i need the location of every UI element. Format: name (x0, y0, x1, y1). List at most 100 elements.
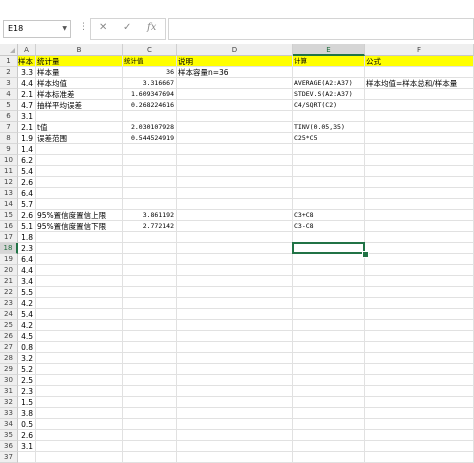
cell-c26[interactable] (123, 331, 177, 342)
row-header-33[interactable]: 33 (0, 408, 18, 419)
cell-d23[interactable] (177, 298, 293, 309)
cell-c20[interactable] (123, 265, 177, 276)
cell-b25[interactable] (36, 320, 123, 331)
column-header-b[interactable]: B (36, 44, 123, 56)
cell-e6[interactable] (293, 111, 365, 122)
row-header-11[interactable]: 11 (0, 166, 18, 177)
cell-e5[interactable]: C4/SQRT(C2) (293, 100, 365, 111)
cell-e30[interactable] (293, 375, 365, 386)
cell-a27[interactable]: 0.8 (18, 342, 36, 353)
cell-f6[interactable] (365, 111, 474, 122)
cell-a18[interactable]: 2.3 (18, 243, 36, 254)
cell-e12[interactable] (293, 177, 365, 188)
cell-f20[interactable] (365, 265, 474, 276)
cell-d34[interactable] (177, 419, 293, 430)
chevron-down-icon[interactable]: ▼ (62, 25, 67, 32)
cell-a21[interactable]: 3.4 (18, 276, 36, 287)
cell-b4[interactable]: 样本标准差 (36, 89, 123, 100)
cell-a33[interactable]: 3.8 (18, 408, 36, 419)
cell-f19[interactable] (365, 254, 474, 265)
cell-d21[interactable] (177, 276, 293, 287)
cell-c34[interactable] (123, 419, 177, 430)
cell-a30[interactable]: 2.5 (18, 375, 36, 386)
cell-d15[interactable] (177, 210, 293, 221)
cell-f26[interactable] (365, 331, 474, 342)
cell-c30[interactable] (123, 375, 177, 386)
cell-b22[interactable] (36, 287, 123, 298)
cell-b6[interactable] (36, 111, 123, 122)
cell-d30[interactable] (177, 375, 293, 386)
cell-b34[interactable] (36, 419, 123, 430)
cell-b24[interactable] (36, 309, 123, 320)
cell-f2[interactable] (365, 67, 474, 78)
cell-f24[interactable] (365, 309, 474, 320)
row-header-24[interactable]: 24 (0, 309, 18, 320)
cell-e7[interactable]: TINV(0.05,35) (293, 122, 365, 133)
cell-a13[interactable]: 6.4 (18, 188, 36, 199)
cell-c33[interactable] (123, 408, 177, 419)
cell-d37[interactable] (177, 452, 293, 463)
cell-c35[interactable] (123, 430, 177, 441)
cell-d36[interactable] (177, 441, 293, 452)
cell-a8[interactable]: 1.9 (18, 133, 36, 144)
cell-c8[interactable]: 0.544524919 (123, 133, 177, 144)
cell-c2[interactable]: 36 (123, 67, 177, 78)
cell-a2[interactable]: 3.3 (18, 67, 36, 78)
cell-b2[interactable]: 样本量 (36, 67, 123, 78)
cell-b11[interactable] (36, 166, 123, 177)
cell-d10[interactable] (177, 155, 293, 166)
cell-a16[interactable]: 5.1 (18, 221, 36, 232)
cell-e23[interactable] (293, 298, 365, 309)
row-header-27[interactable]: 27 (0, 342, 18, 353)
cell-b19[interactable] (36, 254, 123, 265)
row-header-34[interactable]: 34 (0, 419, 18, 430)
cell-a36[interactable]: 3.1 (18, 441, 36, 452)
cell-a6[interactable]: 3.1 (18, 111, 36, 122)
row-header-5[interactable]: 5 (0, 100, 18, 111)
row-header-8[interactable]: 8 (0, 133, 18, 144)
cell-a28[interactable]: 3.2 (18, 353, 36, 364)
row-header-32[interactable]: 32 (0, 397, 18, 408)
cell-b29[interactable] (36, 364, 123, 375)
cell-f21[interactable] (365, 276, 474, 287)
row-header-10[interactable]: 10 (0, 155, 18, 166)
cell-f15[interactable] (365, 210, 474, 221)
insert-function-icon[interactable]: fx (147, 22, 156, 33)
cell-e35[interactable] (293, 430, 365, 441)
cell-b36[interactable] (36, 441, 123, 452)
name-box[interactable]: E18 ▼ (3, 20, 71, 38)
cell-c6[interactable] (123, 111, 177, 122)
cell-e37[interactable] (293, 452, 365, 463)
cell-b18[interactable] (36, 243, 123, 254)
cell-f14[interactable] (365, 199, 474, 210)
cell-f27[interactable] (365, 342, 474, 353)
cell-e1[interactable]: 计算 (293, 56, 365, 67)
cell-d17[interactable] (177, 232, 293, 243)
cell-f35[interactable] (365, 430, 474, 441)
cell-c23[interactable] (123, 298, 177, 309)
cell-b32[interactable] (36, 397, 123, 408)
cancel-icon[interactable]: ✕ (99, 22, 107, 33)
cell-c36[interactable] (123, 441, 177, 452)
cell-f30[interactable] (365, 375, 474, 386)
cell-e28[interactable] (293, 353, 365, 364)
cell-b13[interactable] (36, 188, 123, 199)
fill-handle[interactable] (362, 251, 369, 258)
cell-f8[interactable] (365, 133, 474, 144)
row-header-28[interactable]: 28 (0, 353, 18, 364)
cell-d26[interactable] (177, 331, 293, 342)
cell-c16[interactable]: 2.772142 (123, 221, 177, 232)
cell-f4[interactable] (365, 89, 474, 100)
cell-c14[interactable] (123, 199, 177, 210)
cell-d5[interactable] (177, 100, 293, 111)
cell-c18[interactable] (123, 243, 177, 254)
row-header-20[interactable]: 20 (0, 265, 18, 276)
cell-e19[interactable] (293, 254, 365, 265)
cell-d6[interactable] (177, 111, 293, 122)
cell-a24[interactable]: 5.4 (18, 309, 36, 320)
cell-b31[interactable] (36, 386, 123, 397)
cell-b20[interactable] (36, 265, 123, 276)
cell-d16[interactable] (177, 221, 293, 232)
cell-f37[interactable] (365, 452, 474, 463)
cell-d20[interactable] (177, 265, 293, 276)
